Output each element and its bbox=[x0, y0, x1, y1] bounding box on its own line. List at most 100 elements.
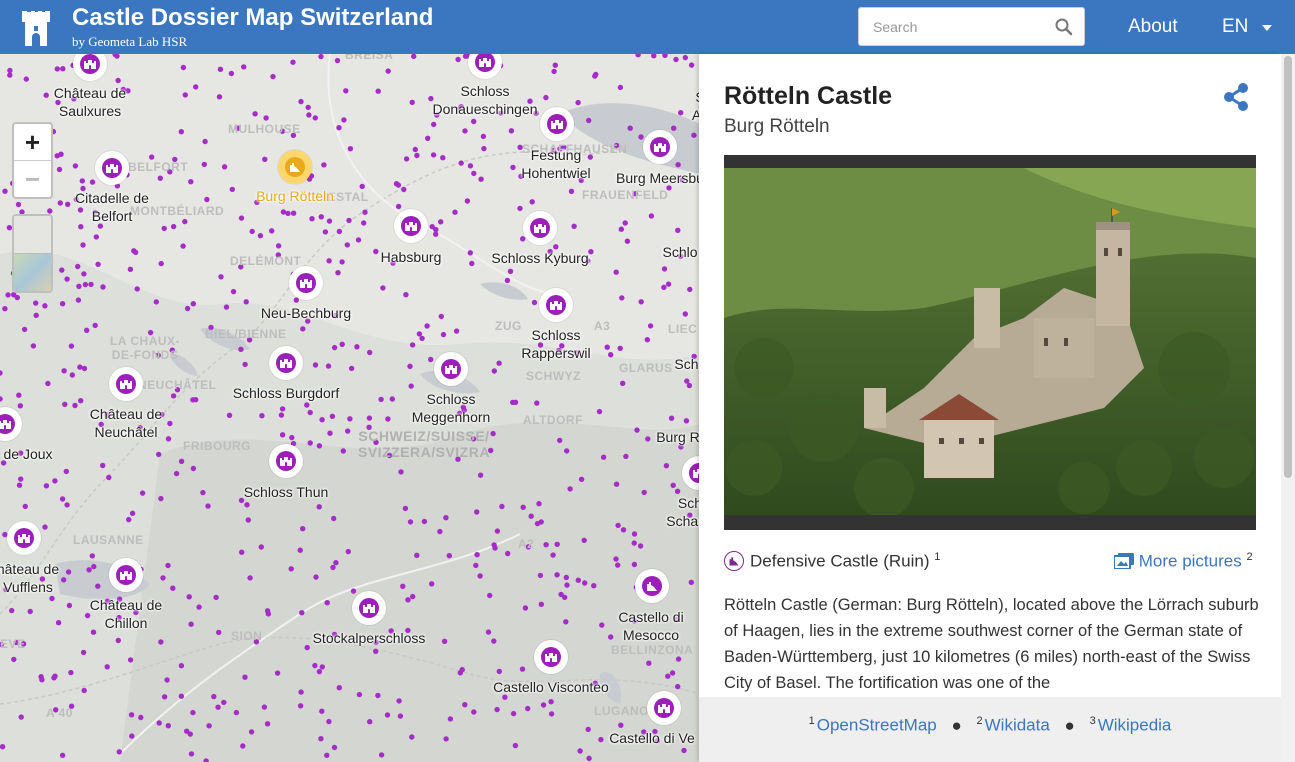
castle-dot bbox=[362, 209, 368, 215]
map-canvas[interactable]: + − BREISA MULHOUSE BELFORT MONTBÉLIARD DELÉ… bbox=[0, 54, 700, 762]
castle-neu-bechburg-marker[interactable] bbox=[289, 266, 323, 300]
basemap-satellite-tile[interactable] bbox=[14, 254, 51, 291]
castle-citadelle-de-belfort-marker[interactable] bbox=[95, 151, 129, 185]
castle-dot bbox=[345, 548, 351, 555]
wikidata-link[interactable]: Wikidata bbox=[985, 716, 1050, 735]
castle-castello-visconteo-label[interactable]: Castello Visconteo bbox=[493, 678, 609, 696]
castle-festung-hohentwiel-marker[interactable] bbox=[540, 107, 574, 141]
castle-schloss-burgdorf-marker[interactable] bbox=[269, 346, 303, 380]
more-pictures-link[interactable]: More pictures 2 bbox=[1113, 551, 1253, 572]
castle-habsburg-marker[interactable] bbox=[394, 209, 428, 243]
castle-dot bbox=[244, 502, 250, 508]
castle-schloss-meggenhorn-label[interactable]: Schloss Meggenhorn bbox=[412, 390, 491, 426]
castle-schloss-donaueschingen-label[interactable]: Schloss Donaueschingen bbox=[432, 82, 537, 118]
castle-dot bbox=[421, 518, 428, 525]
castle-chateau-de-neuchatel-label[interactable]: Château de Neuchâtel bbox=[90, 405, 162, 441]
map-place-label: SCHWEIZ/SUISSE/ SVIZZERA/SVIZRA bbox=[358, 428, 490, 460]
castle-schloss-thun-marker[interactable] bbox=[269, 444, 303, 478]
castle-dot bbox=[297, 703, 304, 709]
castle-dot bbox=[170, 393, 177, 399]
castle-castello-di-mesocco-label[interactable]: Castello di Mesocco bbox=[618, 608, 683, 644]
basemap-grey-tile[interactable] bbox=[14, 216, 51, 254]
castle-dot bbox=[613, 556, 619, 562]
castle-chateau-de-chillon-marker[interactable] bbox=[109, 558, 143, 592]
castle-castello-di-ve-marker[interactable] bbox=[647, 691, 681, 725]
castle-festung-hohentwiel-label[interactable]: Festung Hohentwiel bbox=[521, 146, 590, 182]
castle-schloss-meggenhorn-marker[interactable] bbox=[434, 352, 468, 386]
castle-dot bbox=[682, 54, 688, 61]
castle-dot bbox=[201, 161, 207, 168]
share-icon[interactable] bbox=[1222, 82, 1250, 112]
castle-dot bbox=[647, 323, 654, 329]
scrollbar-thumb[interactable] bbox=[1284, 56, 1292, 478]
castle-schl-right-2-label[interactable]: Schl bbox=[674, 355, 700, 373]
castle-stockalperschloss-marker[interactable] bbox=[352, 591, 386, 625]
chevron-down-icon[interactable] bbox=[1262, 25, 1272, 31]
castle-dot bbox=[95, 583, 101, 589]
app-title[interactable]: Castle Dossier Map Switzerland bbox=[72, 4, 433, 32]
castle-castello-di-mesocco-marker[interactable] bbox=[635, 569, 669, 603]
castle-schloss-kyburg-label[interactable]: Schloss Kyburg bbox=[491, 249, 588, 267]
castle-tower-logo-icon[interactable] bbox=[20, 8, 52, 46]
castle-habsburg-label[interactable]: Habsburg bbox=[381, 248, 442, 266]
castle-stockalperschloss-label[interactable]: Stockalperschloss bbox=[313, 629, 426, 647]
castle-chateau-de-vufflens-label[interactable]: hâteau de Vufflens bbox=[0, 560, 59, 596]
castle-chateau-de-chillon-label[interactable]: Château de Chillon bbox=[90, 596, 162, 632]
castle-schaue-right-label[interactable]: Sch Schaue bbox=[666, 494, 700, 530]
zoom-out-button[interactable]: − bbox=[14, 160, 51, 196]
castle-chateau-de-saulxures-label[interactable]: Château de Saulxures bbox=[54, 84, 126, 120]
basemap-layer-switcher[interactable] bbox=[12, 214, 53, 293]
castle-citadelle-de-belfort-label[interactable]: Citadelle de Belfort bbox=[75, 189, 149, 225]
more-pictures-ref[interactable]: 2 bbox=[1246, 551, 1252, 563]
castle-dot bbox=[673, 56, 679, 63]
castle-dot bbox=[5, 292, 11, 298]
more-pictures-label[interactable]: More pictures bbox=[1139, 552, 1242, 571]
wikipedia-link[interactable]: Wikipedia bbox=[1098, 716, 1172, 735]
castle-schloss-rapperswil-label[interactable]: Schloss Rapperswil bbox=[521, 326, 590, 362]
map-place-label: BIEL/BIENNE bbox=[205, 327, 287, 341]
castle-dot bbox=[661, 266, 668, 272]
castle-dot bbox=[321, 162, 327, 168]
castle-chateau-de-neuchatel-marker[interactable] bbox=[109, 367, 143, 401]
selected-castle-marker[interactable] bbox=[278, 150, 312, 184]
search-input[interactable] bbox=[873, 17, 1043, 37]
castle-castello-di-ve-label[interactable]: Castello di Ve bbox=[609, 729, 695, 747]
castle-schlo-right-1-label[interactable]: Schlo bbox=[662, 243, 697, 261]
castle-burg-meersburg-marker[interactable] bbox=[643, 130, 677, 164]
castle-dot bbox=[221, 699, 227, 706]
castle-schloss-burgdorf-label[interactable]: Schloss Burgdorf bbox=[233, 384, 340, 402]
castle-dot bbox=[228, 70, 235, 77]
selected-castle-label[interactable]: Burg Rötteln bbox=[256, 187, 334, 205]
search-icon[interactable] bbox=[1054, 17, 1074, 37]
nav-about-link[interactable]: About bbox=[1128, 16, 1178, 38]
castle-schloss-kyburg-marker[interactable] bbox=[523, 211, 557, 245]
images-icon bbox=[1113, 552, 1134, 570]
castle-dot bbox=[170, 585, 176, 591]
castle-dot bbox=[577, 748, 583, 754]
castle-burg-r-right-label[interactable]: Burg R bbox=[656, 428, 700, 446]
castle-schloss-rapperswil-marker[interactable] bbox=[539, 288, 573, 322]
castle-neu-bechburg-label[interactable]: Neu-Bechburg bbox=[261, 304, 351, 322]
castle-chateau-de-joux-label[interactable]: de Joux bbox=[3, 445, 52, 463]
castle-dot bbox=[409, 734, 415, 740]
map-place-label: BREISA bbox=[345, 54, 394, 62]
castle-burg-meersburg-label[interactable]: Burg Meersbu bbox=[616, 169, 700, 187]
castle-type-ref[interactable]: 1 bbox=[934, 551, 940, 563]
castle-dot bbox=[375, 692, 381, 699]
castle-photo[interactable] bbox=[724, 168, 1256, 515]
castle-chateau-de-vufflens-marker[interactable] bbox=[7, 521, 41, 555]
castle-dot bbox=[389, 396, 395, 402]
zoom-in-button[interactable]: + bbox=[14, 124, 51, 160]
castle-dot bbox=[138, 714, 144, 721]
castle-castello-visconteo-marker[interactable] bbox=[534, 640, 568, 674]
defensive-castle-ruin-icon bbox=[724, 551, 744, 571]
panel-scrollbar[interactable] bbox=[1281, 54, 1295, 762]
castle-schloss-thun-label[interactable]: Schloss Thun bbox=[244, 483, 329, 501]
castle-dot bbox=[68, 669, 74, 676]
castle-dot bbox=[620, 527, 627, 533]
castle-dot bbox=[161, 694, 168, 700]
castle-dot bbox=[279, 432, 286, 438]
castle-dot bbox=[512, 399, 519, 405]
language-dropdown[interactable]: EN bbox=[1222, 16, 1248, 38]
openstreetmap-link[interactable]: OpenStreetMap bbox=[817, 716, 937, 735]
